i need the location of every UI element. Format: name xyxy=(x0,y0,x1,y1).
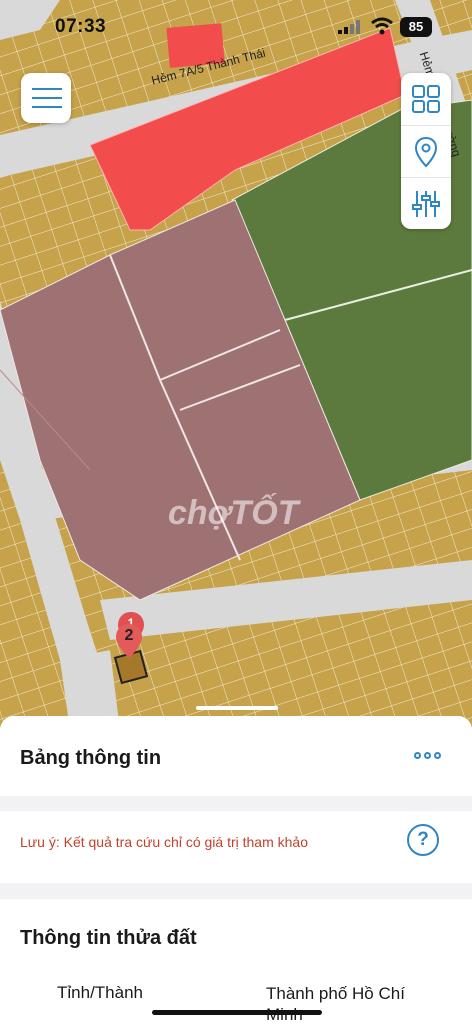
filter-button[interactable] xyxy=(401,177,451,230)
info-panel: Bảng thông tin Lưu ý: Kết quả tra cứu ch… xyxy=(0,716,472,1024)
wifi-icon xyxy=(371,17,393,35)
map-handle[interactable] xyxy=(196,706,278,710)
menu-button[interactable] xyxy=(21,73,71,123)
province-value: Thành phố Hồ Chí Minh xyxy=(266,984,405,1024)
more-options-icon[interactable] xyxy=(414,752,441,759)
hamburger-icon xyxy=(32,88,62,90)
home-indicator[interactable] xyxy=(152,1010,322,1015)
status-time: 07:33 xyxy=(55,16,107,37)
section-title: Thông tin thửa đất xyxy=(20,927,197,949)
help-icon[interactable]: ? xyxy=(407,824,439,856)
location-button[interactable] xyxy=(401,125,451,178)
hamburger-icon-line xyxy=(32,97,62,99)
parcel-info-section: Thông tin thửa đất Tỉnh/Thành Thành phố … xyxy=(0,899,472,1024)
sliders-icon xyxy=(412,191,440,217)
watermark-text: chợTỐT xyxy=(168,494,299,532)
province-label: Tỉnh/Thành xyxy=(57,983,143,1002)
disclaimer-card: Lưu ý: Kết quả tra cứu chỉ có giá trị th… xyxy=(0,811,472,883)
panel-title: Bảng thông tin xyxy=(20,747,162,769)
grid-icon xyxy=(412,85,440,113)
hamburger-icon-line xyxy=(32,106,62,108)
map-toolbar xyxy=(401,73,451,229)
marker-label: 2 xyxy=(124,627,134,644)
battery-indicator: 85 xyxy=(400,17,432,37)
status-bar: 07:33 85 xyxy=(0,0,472,56)
signal-icon xyxy=(338,20,360,34)
layers-grid-button[interactable] xyxy=(401,73,451,125)
panel-header: Bảng thông tin xyxy=(0,716,472,796)
disclaimer-text: Lưu ý: Kết quả tra cứu chỉ có giá trị th… xyxy=(20,834,308,850)
location-pin-icon xyxy=(414,136,438,168)
